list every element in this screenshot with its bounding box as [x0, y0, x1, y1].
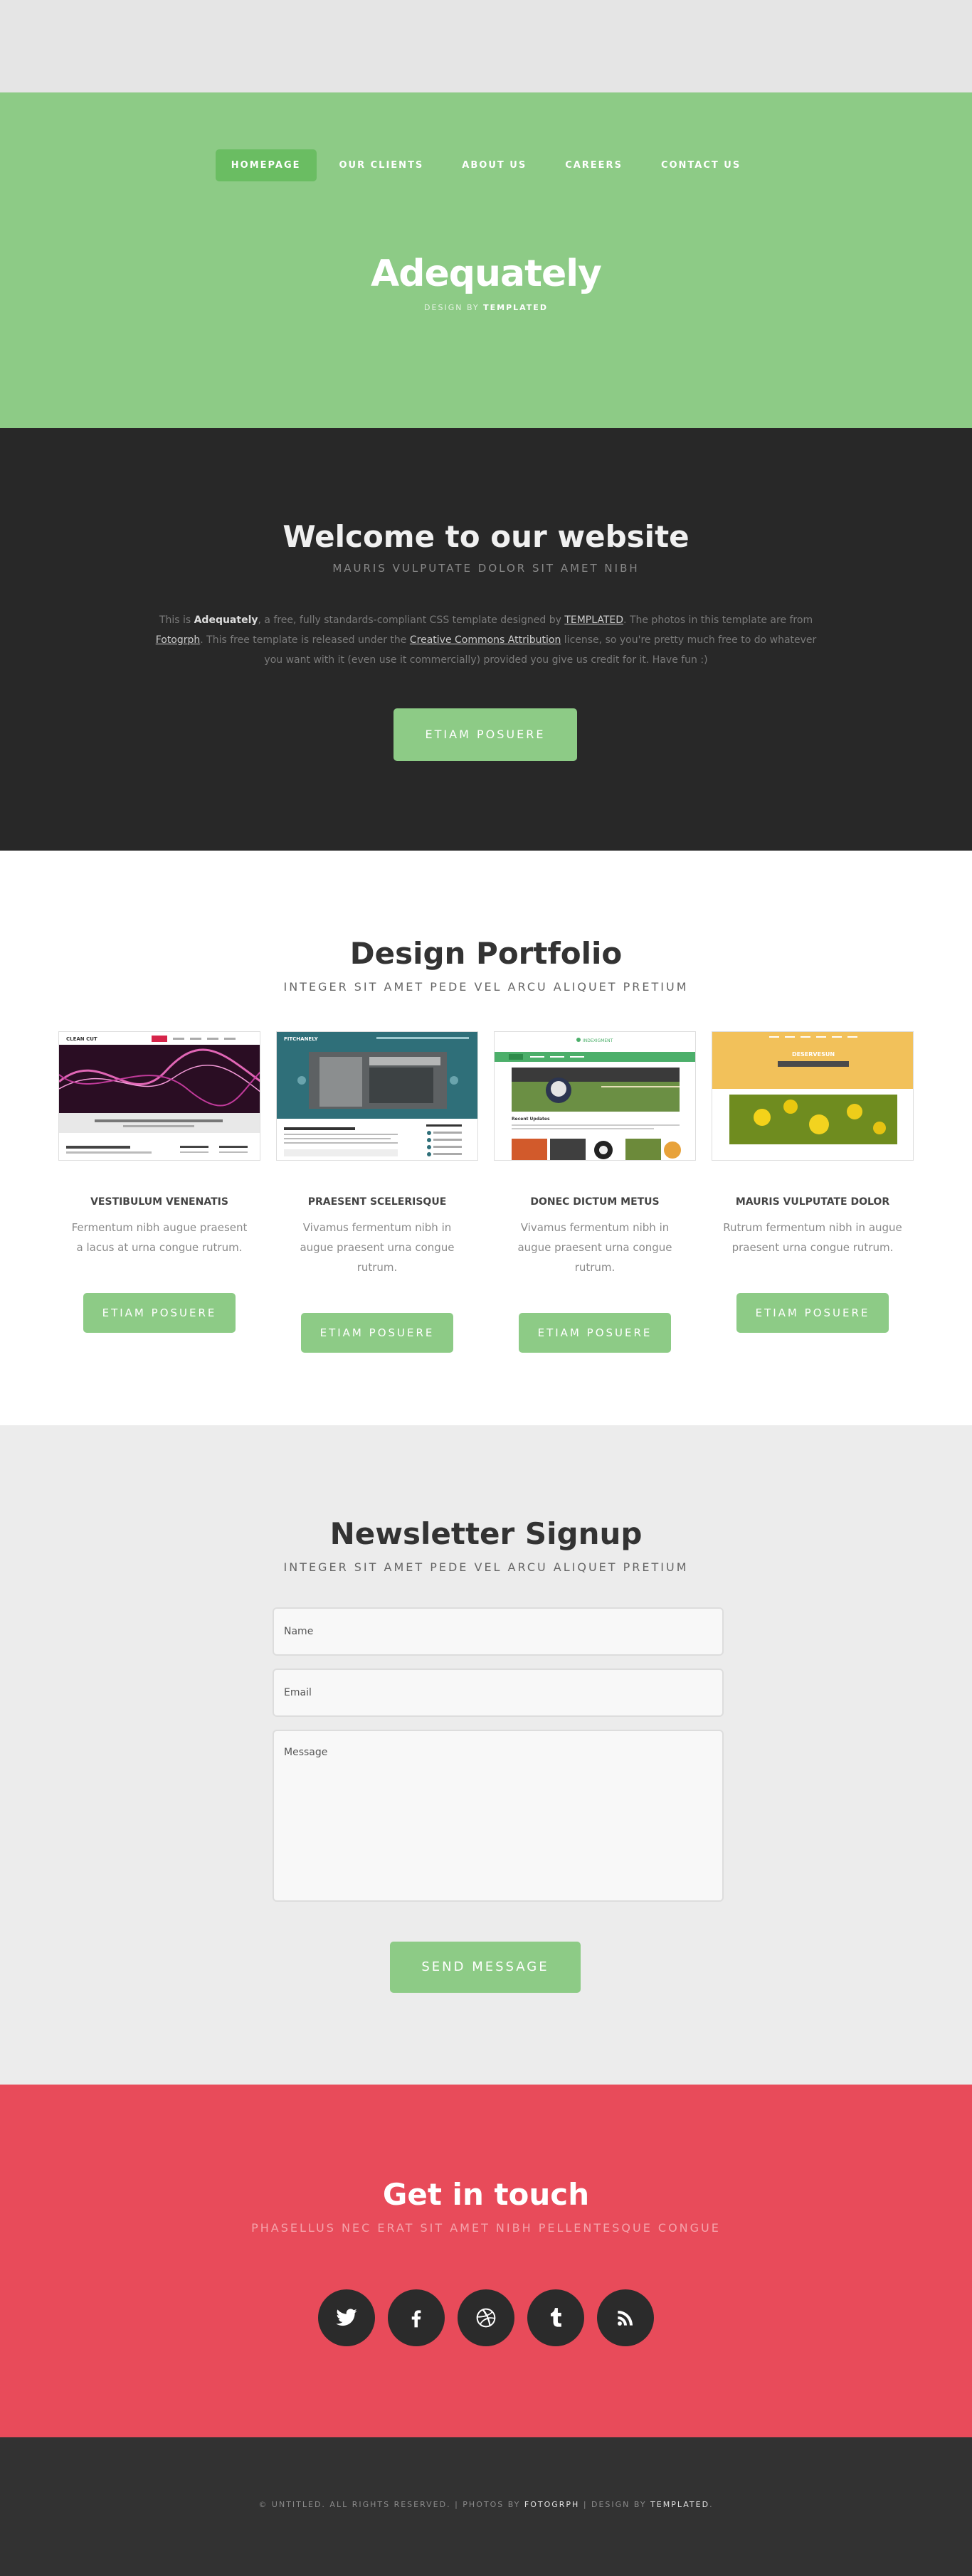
thumb-brand: INDEXIGMENT: [583, 1038, 613, 1043]
portfolio-card: CLEAN CUT VESTIBULUM VENENATIS Fermentum…: [58, 1031, 260, 1353]
welcome-text-3: . The photos in this template are from: [623, 614, 813, 626]
welcome-title: Welcome to our website: [282, 519, 690, 554]
card-button[interactable]: ETIAM POSUERE: [83, 1293, 236, 1333]
portfolio-card: DESERVESUN MAURIS VULPUTATE DOLOR Rutrum…: [712, 1031, 914, 1353]
portfolio-title: Design Portfolio: [349, 936, 623, 971]
card-button[interactable]: ETIAM POSUERE: [301, 1313, 453, 1353]
rss-button[interactable]: [597, 2289, 654, 2346]
design-by-label: | DESIGN BY: [583, 2500, 647, 2509]
newsletter-subtitle: INTEGER SIT AMET PEDE VEL ARCU ALIQUET P…: [283, 1560, 689, 1574]
site-header: HOMEPAGE OUR CLIENTS ABOUT US CAREERS CO…: [0, 92, 972, 428]
thumbnail-image: CLEAN CUT: [59, 1032, 260, 1160]
social-links: [0, 2289, 972, 2346]
portfolio-subtitle: INTEGER SIT AMET PEDE VEL ARCU ALIQUET P…: [283, 980, 689, 994]
site-title: Adequately: [371, 252, 602, 295]
portfolio-card: INDEXIGMENT Recent Updates DONEC DICTUM …: [494, 1031, 696, 1353]
portfolio-thumbnail[interactable]: FITCHANELY: [276, 1031, 478, 1161]
dribbble-icon: [476, 2308, 496, 2328]
rss-icon: [618, 2311, 633, 2326]
contact-section: Get in touch PHASELLUS NEC ERAT SIT AMET…: [0, 2085, 972, 2437]
card-text: Fermentum nibh augue praesent a lacus at…: [71, 1221, 248, 1254]
license-link[interactable]: Creative Commons Attribution: [410, 634, 561, 646]
fotogrph-link[interactable]: Fotogrph: [156, 634, 201, 646]
card-title: DONEC DICTUM METUS: [530, 1196, 660, 1208]
welcome-text-2: , a free, fully standards-compliant CSS …: [258, 614, 561, 626]
dribbble-button[interactable]: [458, 2289, 514, 2346]
welcome-text-4: . This free template is released under t…: [200, 634, 407, 646]
portfolio-thumbnail[interactable]: INDEXIGMENT Recent Updates: [494, 1031, 696, 1161]
facebook-button[interactable]: [388, 2289, 445, 2346]
byline-brand-link[interactable]: TEMPLATED: [483, 303, 548, 312]
card-button[interactable]: ETIAM POSUERE: [736, 1293, 889, 1333]
facebook-icon: [411, 2310, 421, 2328]
name-field[interactable]: Name: [273, 1607, 724, 1656]
message-field[interactable]: Message: [273, 1730, 724, 1902]
card-title: MAURIS VULPUTATE DOLOR: [735, 1196, 890, 1208]
top-strip: [0, 0, 972, 92]
thumbnail-image: FITCHANELY: [277, 1032, 477, 1160]
newsletter-section: Newsletter Signup INTEGER SIT AMET PEDE …: [0, 1425, 972, 2085]
card-button[interactable]: ETIAM POSUERE: [519, 1313, 671, 1353]
portfolio-thumbnail[interactable]: CLEAN CUT: [58, 1031, 260, 1161]
copyright-text: © UNTITLED. ALL RIGHTS RESERVED. | PHOTO…: [258, 2500, 521, 2509]
footer-copyright: © UNTITLED. ALL RIGHTS RESERVED. | PHOTO…: [0, 2500, 972, 2509]
design-by-link[interactable]: TEMPLATED: [650, 2500, 709, 2509]
templated-link[interactable]: TEMPLATED: [564, 614, 623, 626]
site-footer: © UNTITLED. ALL RIGHTS RESERVED. | PHOTO…: [0, 2437, 972, 2576]
card-title: VESTIBULUM VENENATIS: [90, 1196, 228, 1208]
byline-prefix: DESIGN BY: [424, 303, 480, 312]
portfolio-card: FITCHANELY PRAESENT SCELERISQUE Vivamus …: [276, 1031, 478, 1353]
card-title: PRAESENT SCELERISQUE: [307, 1196, 447, 1208]
card-text: Rutrum fermentum nibh in augue praesent …: [723, 1221, 902, 1254]
thumbnail-image: INDEXIGMENT Recent Updates: [495, 1032, 695, 1160]
card-text: Vivamus fermentum nibh in augue praesent…: [517, 1221, 672, 1274]
main-nav: HOMEPAGE OUR CLIENTS ABOUT US CAREERS CO…: [0, 149, 972, 181]
welcome-brand: Adequately: [194, 614, 258, 626]
thumb-brand: CLEAN CUT: [66, 1036, 97, 1042]
nav-item-contact-us[interactable]: CONTACT US: [645, 149, 756, 181]
footer-suffix: .: [709, 2500, 714, 2509]
thumbnail-image: DESERVESUN: [712, 1032, 913, 1160]
portfolio-thumbnail[interactable]: DESERVESUN: [712, 1031, 914, 1161]
twitter-button[interactable]: [318, 2289, 375, 2346]
photos-by-link[interactable]: FOTOGRPH: [524, 2500, 579, 2509]
nav-item-careers[interactable]: CAREERS: [549, 149, 638, 181]
portfolio-cards: CLEAN CUT VESTIBULUM VENENATIS Fermentum…: [58, 1031, 914, 1353]
thumb-brand: DESERVESUN: [792, 1051, 835, 1058]
card-text: Vivamus fermentum nibh in augue praesent…: [300, 1221, 455, 1274]
tumblr-button[interactable]: [527, 2289, 584, 2346]
nav-item-homepage[interactable]: HOMEPAGE: [215, 149, 317, 181]
contact-title: Get in touch: [382, 2177, 590, 2212]
welcome-cta-button[interactable]: ETIAM POSUERE: [393, 708, 577, 761]
email-field[interactable]: Email: [273, 1668, 724, 1717]
portfolio-section: Design Portfolio INTEGER SIT AMET PEDE V…: [0, 851, 972, 1425]
twitter-icon: [336, 2309, 357, 2326]
welcome-section: Welcome to our website MAURIS VULPUTATE …: [0, 428, 972, 851]
thumb-heading: Recent Updates: [512, 1117, 550, 1122]
welcome-text-1: This is: [159, 614, 191, 626]
newsletter-title: Newsletter Signup: [329, 1516, 643, 1551]
welcome-paragraph: This is Adequately, a free, fully standa…: [152, 610, 820, 670]
send-message-button[interactable]: SEND MESSAGE: [390, 1942, 581, 1993]
contact-subtitle: PHASELLUS NEC ERAT SIT AMET NIBH PELLENT…: [251, 2221, 721, 2235]
tumblr-icon: [550, 2308, 561, 2327]
nav-item-our-clients[interactable]: OUR CLIENTS: [324, 149, 440, 181]
welcome-subtitle: MAURIS VULPUTATE DOLOR SIT AMET NIBH: [332, 562, 640, 575]
site-byline: DESIGN BY TEMPLATED: [0, 303, 972, 312]
nav-item-about-us[interactable]: ABOUT US: [446, 149, 542, 181]
thumb-brand: FITCHANELY: [284, 1036, 319, 1042]
